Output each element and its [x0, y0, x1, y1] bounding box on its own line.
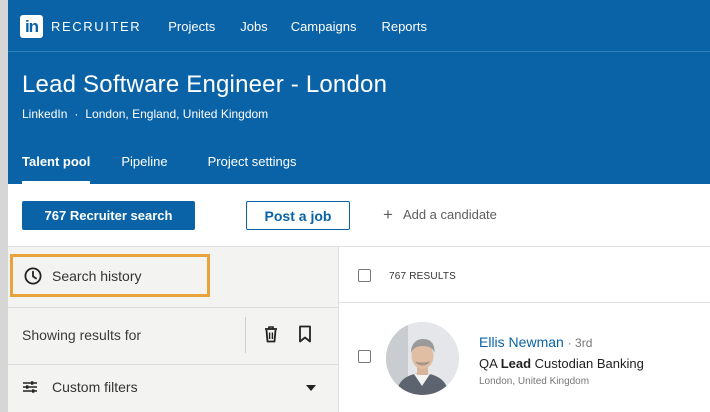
candidate-checkbox[interactable] — [358, 350, 371, 363]
left-panel: Search history Showing results for Custo… — [8, 246, 338, 412]
recruiter-window: in RECRUITER Projects Jobs Campaigns Rep… — [8, 0, 710, 412]
candidate-name[interactable]: Ellis Newman — [479, 334, 564, 350]
project-subtitle: LinkedIn · London, England, United Kingd… — [22, 107, 268, 121]
avatar-photo — [386, 322, 459, 395]
nav-divider — [8, 51, 710, 52]
add-candidate-label: Add a candidate — [402, 207, 497, 222]
trash-icon[interactable] — [263, 325, 279, 343]
tab-talent-pool[interactable]: Talent pool — [22, 154, 91, 184]
top-nav: in RECRUITER Projects Jobs Campaigns Rep… — [20, 13, 427, 39]
search-history-label: Search history — [52, 267, 142, 284]
recruiter-brand[interactable]: RECRUITER — [51, 19, 141, 34]
tab-project-settings[interactable]: Project settings — [208, 154, 297, 184]
nav-jobs[interactable]: Jobs — [240, 19, 267, 34]
candidate-headline: QA Lead Custodian Banking — [479, 356, 644, 371]
custom-filters-toggle[interactable]: Custom filters — [52, 379, 138, 395]
avatar[interactable] — [386, 322, 459, 395]
nav-reports[interactable]: Reports — [381, 19, 427, 34]
bookmark-icon[interactable] — [298, 325, 312, 343]
nav-campaigns[interactable]: Campaigns — [291, 19, 357, 34]
results-count: 767 RESULTS — [389, 271, 457, 282]
headline-keyword-highlight: Lead — [500, 356, 532, 371]
recruiter-search-button[interactable]: 767 Recruiter search — [22, 201, 195, 230]
caret-down-icon[interactable] — [306, 385, 316, 391]
tab-pipeline[interactable]: Pipeline — [121, 154, 167, 184]
sliders-icon — [23, 381, 37, 393]
panel-vertical-divider — [245, 317, 246, 353]
candidate-name-link[interactable]: Ellis Newman · 3rd — [479, 334, 592, 350]
action-bar: 767 Recruiter search Post a job + Add a … — [8, 184, 710, 246]
subtitle-separator: · — [74, 107, 79, 121]
plus-icon: + — [383, 205, 393, 224]
candidate-location: London, United Kingdom — [479, 376, 590, 387]
project-header: in RECRUITER Projects Jobs Campaigns Rep… — [8, 0, 710, 184]
clock-icon — [24, 267, 42, 284]
project-tabs: Talent pool Pipeline Project settings — [22, 154, 328, 184]
search-history-button[interactable]: Search history — [10, 254, 210, 297]
headline-prefix: QA — [479, 356, 498, 371]
showing-results-label: Showing results for — [22, 327, 142, 343]
page-title: Lead Software Engineer - London — [22, 71, 388, 98]
project-company: LinkedIn — [22, 107, 68, 121]
project-location: London, England, United Kingdom — [85, 107, 269, 121]
nav-projects[interactable]: Projects — [168, 19, 215, 34]
headline-suffix: Custodian Banking — [534, 356, 644, 371]
panel-divider — [8, 307, 338, 308]
add-candidate-button[interactable]: + Add a candidate — [383, 205, 497, 224]
post-job-button[interactable]: Post a job — [246, 201, 350, 230]
connection-degree: · 3rd — [567, 336, 593, 350]
results-header: 767 RESULTS — [339, 246, 710, 303]
select-all-checkbox[interactable] — [358, 269, 371, 282]
list-item[interactable]: Ellis Newman · 3rd QA Lead Custodian Ban… — [339, 303, 710, 412]
panel-divider — [8, 364, 338, 365]
linkedin-logo-icon[interactable]: in — [20, 14, 43, 38]
